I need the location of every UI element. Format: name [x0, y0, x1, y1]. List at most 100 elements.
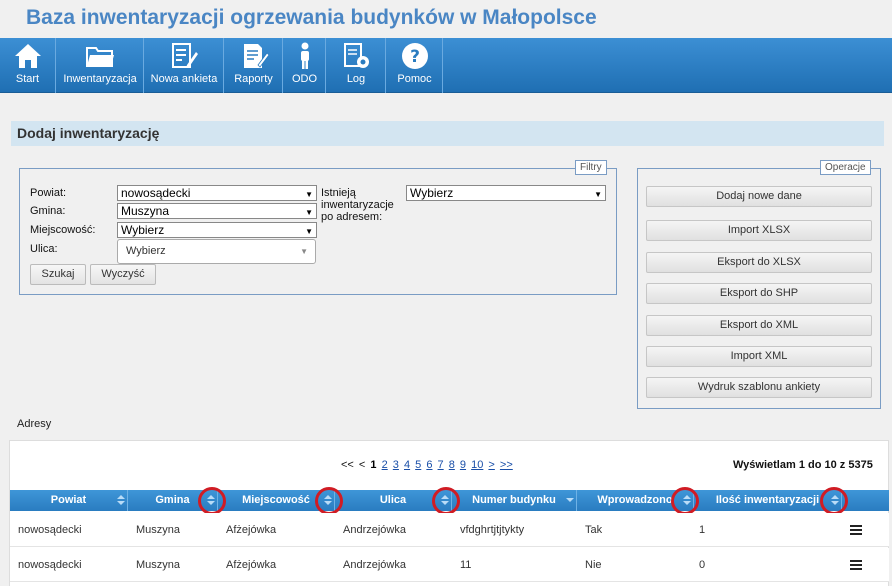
column-header-powiat[interactable]: Powiat — [10, 490, 128, 511]
cell-wprowadzono: Tak — [585, 524, 603, 536]
pager-page[interactable]: 8 — [449, 459, 455, 471]
main-navbar: Start Inwentaryzacja Nowa ankieta Raport… — [0, 38, 892, 93]
pager-page[interactable]: 6 — [426, 459, 432, 471]
miejscowosc-select-value: Wybierz — [121, 223, 165, 237]
add-data-button[interactable]: Dodaj nowe dane — [646, 186, 872, 207]
svg-text:?: ? — [410, 47, 420, 67]
pager-page[interactable]: 5 — [415, 459, 421, 471]
istnieja-select[interactable]: Wybierz ▼ — [406, 185, 606, 201]
annotation-circle — [432, 487, 460, 515]
row-menu-icon[interactable] — [850, 525, 862, 535]
column-header-label: Numer budynku — [472, 494, 556, 506]
chevron-down-icon: ▼ — [300, 247, 308, 256]
column-header-numer[interactable]: Numer budynku — [452, 490, 577, 511]
pager-prev[interactable]: < — [359, 459, 365, 471]
pager-last[interactable]: >> — [500, 459, 513, 471]
pager-page[interactable]: 7 — [438, 459, 444, 471]
cell-ulica: Andrzejówka — [343, 524, 406, 536]
report-edit-icon — [243, 44, 269, 68]
istnieja-label-line: po adresem: — [321, 211, 383, 223]
cell-ilosc: 0 — [699, 559, 706, 571]
nav-start[interactable]: Start — [0, 38, 56, 93]
ulica-select-value: Wybierz — [126, 245, 166, 257]
nav-label-inwentaryzacja: Inwentaryzacja — [63, 73, 137, 85]
miejscowosc-select[interactable]: Wybierz ▼ — [117, 222, 317, 238]
cell-powiat: nowosądecki — [18, 524, 82, 536]
istnieja-select-value: Wybierz — [410, 186, 454, 200]
form-edit-icon — [172, 43, 198, 68]
nav-label-nowa-ankieta: Nowa ankieta — [150, 73, 218, 85]
pager: << < 1 2 3 4 5 6 7 8 9 10 > >> — [341, 459, 515, 471]
import-xlsx-button[interactable]: Import XLSX — [646, 220, 872, 241]
section-title: Dodaj inwentaryzację — [11, 121, 884, 146]
app-title: Baza inwentaryzacji ogrzewania budynków … — [26, 6, 597, 29]
powiat-select[interactable]: nowosądecki ▼ — [117, 185, 317, 201]
export-shp-button[interactable]: Eksport do SHP — [646, 283, 872, 304]
pager-first[interactable]: << — [341, 459, 354, 471]
column-header-label: Ulica — [379, 494, 407, 506]
nav-raporty[interactable]: Raporty — [225, 38, 283, 93]
column-header-label: Miejscowość — [242, 494, 310, 506]
cell-numer: 11 — [460, 559, 472, 571]
row-menu-icon[interactable] — [850, 560, 862, 570]
cell-ulica: Andrzejówka — [343, 559, 406, 571]
nav-odo[interactable]: ODO — [284, 38, 326, 93]
chevron-down-icon: ▼ — [305, 227, 313, 236]
operations-legend: Operacje — [820, 160, 871, 175]
cell-wprowadzono: Nie — [585, 559, 602, 571]
column-header-label: Wprowadzono — [597, 494, 673, 506]
record-info: Wyświetlam 1 do 10 z 5375 — [733, 459, 873, 471]
folder-icon — [86, 47, 114, 67]
sort-icon[interactable] — [116, 493, 126, 508]
grid-caption: Adresy — [17, 418, 52, 430]
pager-page[interactable]: 4 — [404, 459, 410, 471]
cell-gmina: Muszyna — [136, 524, 181, 536]
column-header-label: Ilość inwentaryzacji — [715, 494, 820, 506]
export-xml-button[interactable]: Eksport do XML — [646, 315, 872, 336]
chevron-down-icon: ▼ — [305, 190, 313, 199]
nav-pomoc[interactable]: ? Pomoc — [387, 38, 443, 93]
table-row[interactable]: nowosądecki Muszyna Afżejówka Andrzejówk… — [10, 513, 889, 547]
annotation-circle — [315, 487, 343, 515]
sort-icon[interactable] — [565, 493, 575, 508]
nav-label-odo: ODO — [291, 73, 318, 85]
annotation-circle — [820, 487, 848, 515]
help-icon: ? — [401, 43, 428, 69]
clear-button[interactable]: Wyczyść — [90, 264, 156, 285]
gmina-label: Gmina: — [30, 205, 66, 217]
cell-gmina: Muszyna — [136, 559, 181, 571]
search-button[interactable]: Szukaj — [30, 264, 86, 285]
gmina-select[interactable]: Muszyna ▼ — [117, 203, 317, 219]
ulica-select[interactable]: Wybierz ▼ — [117, 239, 316, 264]
column-header-label: Gmina — [155, 494, 190, 506]
print-template-button[interactable]: Wydruk szablonu ankiety — [646, 377, 872, 398]
pager-page[interactable]: 3 — [393, 459, 399, 471]
nav-label-log: Log — [346, 73, 366, 85]
cell-miejscowosc: Afżejówka — [226, 559, 277, 571]
filters-legend: Filtry — [575, 160, 607, 175]
istnieja-label-line: Istnieją — [321, 187, 356, 199]
table-row[interactable]: nowosądecki Muszyna Afżejówka Andrzejówk… — [10, 548, 889, 582]
annotation-circle — [671, 487, 699, 515]
pager-next[interactable]: > — [488, 459, 494, 471]
nav-label-raporty: Raporty — [234, 73, 273, 85]
nav-nowa-ankieta[interactable]: Nowa ankieta — [145, 38, 224, 93]
home-icon — [14, 44, 41, 68]
annotation-circle — [198, 487, 226, 515]
cell-ilosc: 1 — [699, 524, 706, 536]
import-xml-button[interactable]: Import XML — [646, 346, 872, 367]
chevron-down-icon: ▼ — [305, 208, 313, 217]
nav-label-start: Start — [15, 73, 40, 85]
nav-inwentaryzacja[interactable]: Inwentaryzacja — [57, 38, 144, 93]
ulica-label: Ulica: — [30, 243, 58, 255]
nav-log[interactable]: Log — [327, 38, 386, 93]
log-settings-icon — [344, 43, 369, 68]
pager-page[interactable]: 10 — [471, 459, 483, 471]
export-xlsx-button[interactable]: Eksport do XLSX — [646, 252, 872, 273]
cell-miejscowosc: Afżejówka — [226, 524, 277, 536]
cell-numer: vfdghrtjtjtykty — [460, 524, 525, 536]
pager-page[interactable]: 9 — [460, 459, 466, 471]
person-icon — [300, 42, 309, 69]
istnieja-label: Istnieją inwentaryzacje po adresem: — [321, 187, 394, 223]
pager-page[interactable]: 2 — [382, 459, 388, 471]
